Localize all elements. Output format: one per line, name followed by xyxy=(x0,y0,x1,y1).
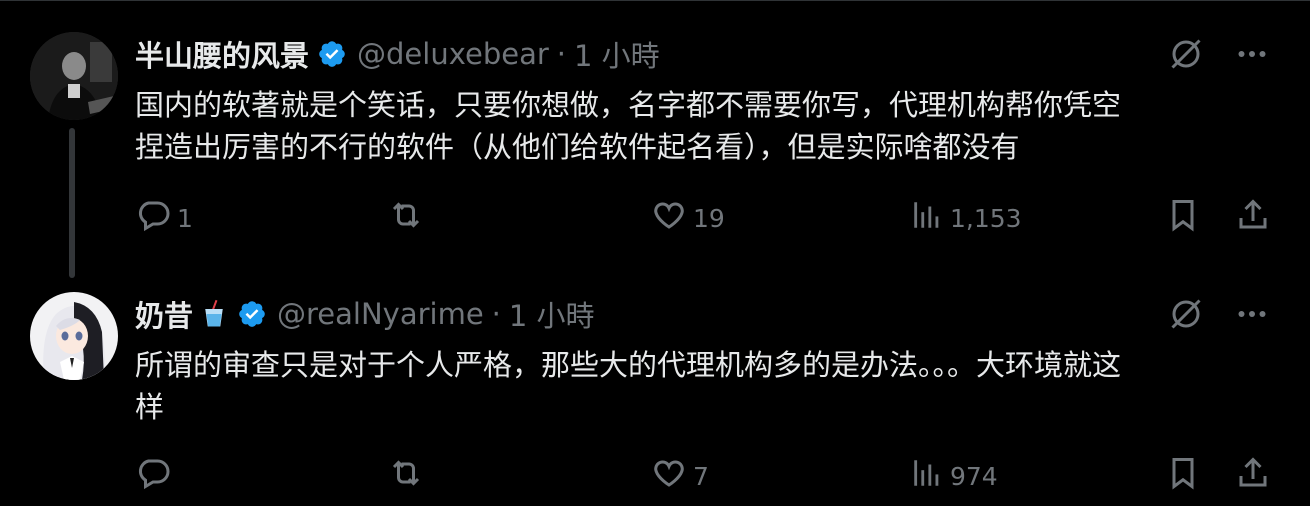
grok-icon[interactable] xyxy=(1168,296,1204,336)
retweet-icon xyxy=(387,197,425,239)
verified-badge-icon[interactable] xyxy=(317,39,347,69)
tweet-header: 半山腰的风景 @deluxebear · 1 小時 xyxy=(135,34,660,74)
bookmark-icon xyxy=(1165,455,1201,497)
reply-icon xyxy=(135,197,171,239)
tweet-top-actions xyxy=(1168,296,1270,336)
like-button[interactable]: 19 xyxy=(651,198,725,238)
avatar[interactable] xyxy=(30,292,118,380)
tweet-text-line: 国内的软著就是个笑话，只要你想做，名字都不需要你写，代理机构帮你凭空 xyxy=(135,88,1122,122)
display-name[interactable]: 奶昔 xyxy=(135,293,193,335)
user-handle[interactable]: @realNyarime xyxy=(277,297,484,331)
separator-dot: · xyxy=(491,297,501,331)
views-button[interactable]: 1,153 xyxy=(910,198,1022,238)
thread-connector xyxy=(69,128,75,278)
more-icon[interactable] xyxy=(1234,296,1270,336)
tweet-top-actions xyxy=(1168,36,1270,76)
reply-icon xyxy=(135,455,171,497)
tweet[interactable]: 半山腰的风景 @deluxebear · 1 小時 国内的软著就是个笑话，只要你… xyxy=(0,20,1310,278)
timestamp[interactable]: 1 小時 xyxy=(509,293,595,335)
timestamp[interactable]: 1 小時 xyxy=(574,33,660,75)
views-count: 1,153 xyxy=(950,203,1022,233)
grok-icon[interactable] xyxy=(1168,36,1204,76)
tweet-text-line: 样 xyxy=(135,390,165,424)
share-button[interactable] xyxy=(1235,456,1271,496)
tweet-text: 所谓的审查只是对于个人严格，那些大的代理机构多的是办法。。。大环境就这 样 xyxy=(135,344,1275,428)
bookmark-icon xyxy=(1165,197,1201,239)
tweet-actions: 1 19 1,153 xyxy=(135,198,1275,238)
views-icon xyxy=(910,197,944,239)
avatar[interactable] xyxy=(30,32,118,120)
reply-button[interactable] xyxy=(135,456,177,496)
conversation-thread: 半山腰的风景 @deluxebear · 1 小時 国内的软著就是个笑话，只要你… xyxy=(0,0,1310,506)
like-icon xyxy=(651,455,687,497)
share-icon xyxy=(1235,455,1271,497)
like-icon xyxy=(651,197,687,239)
separator-dot: · xyxy=(556,37,566,71)
tweet-text-line: 所谓的审查只是对于个人严格，那些大的代理机构多的是办法。。。大环境就这 xyxy=(135,348,1122,382)
like-button[interactable]: 7 xyxy=(651,456,709,496)
divider xyxy=(0,0,1310,1)
tweet-text: 国内的软著就是个笑话，只要你想做，名字都不需要你写，代理机构帮你凭空 捏造出厉害… xyxy=(135,84,1275,168)
user-handle[interactable]: @deluxebear xyxy=(357,37,549,71)
more-icon[interactable] xyxy=(1234,36,1270,76)
views-button[interactable]: 974 xyxy=(910,456,998,496)
display-name[interactable]: 半山腰的风景 xyxy=(135,33,309,75)
reply-button[interactable]: 1 xyxy=(135,198,193,238)
cup-with-straw-emoji xyxy=(199,299,229,329)
like-count: 19 xyxy=(693,203,725,233)
views-count: 974 xyxy=(950,461,998,491)
views-icon xyxy=(910,455,944,497)
retweet-button[interactable] xyxy=(387,198,431,238)
retweet-button[interactable] xyxy=(387,456,431,496)
tweet-text-line: 捏造出厉害的不行的软件（从他们给软件起名看），但是实际啥都没有 xyxy=(135,130,1020,164)
reply-count: 1 xyxy=(177,203,193,233)
share-icon xyxy=(1235,197,1271,239)
verified-badge-icon[interactable] xyxy=(237,299,267,329)
tweet[interactable]: 奶昔 @realNyarime · 1 小時 所谓的审查只是对于个人严格，那些大… xyxy=(0,280,1310,506)
bookmark-button[interactable] xyxy=(1165,456,1201,496)
like-count: 7 xyxy=(693,461,709,491)
bookmark-button[interactable] xyxy=(1165,198,1201,238)
share-button[interactable] xyxy=(1235,198,1271,238)
tweet-actions: 7 974 xyxy=(135,456,1275,496)
tweet-header: 奶昔 @realNyarime · 1 小時 xyxy=(135,294,595,334)
retweet-icon xyxy=(387,455,425,497)
